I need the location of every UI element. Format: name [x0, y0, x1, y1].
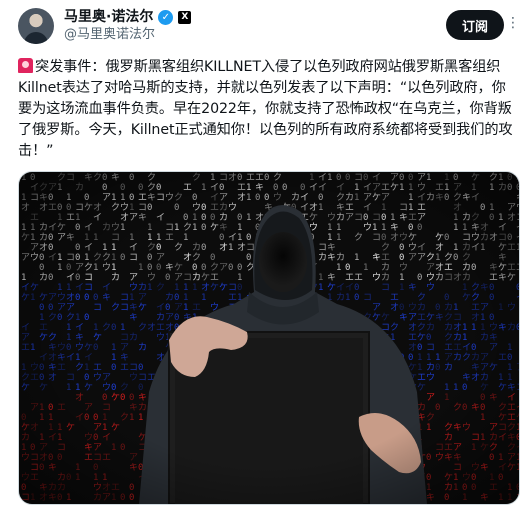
author-display-name[interactable]: 马里奥·诺法尔	[64, 9, 153, 26]
post-text-block: 突发事件：俄罗斯黑客组织KILLNET入侵了以色列政府网站俄罗斯黑客组织Kill…	[18, 57, 514, 162]
verified-badge-icon: ✓	[158, 10, 174, 25]
x-affiliate-icon[interactable]: X	[178, 11, 192, 24]
author-handle[interactable]: @马里奥诺法尔	[64, 27, 155, 43]
post-header: 马里奥·诺法尔 ✓ X @马里奥诺法尔 订阅 ⋮	[18, 8, 520, 44]
subscribe-button[interactable]: 订阅	[446, 10, 504, 40]
post-text: 突发事件：俄罗斯黑客组织KILLNET入侵了以色列政府网站俄罗斯黑客组织Kill…	[18, 59, 513, 159]
avatar[interactable]	[18, 8, 54, 44]
post-image[interactable]: 11オ1ケア1イケイアエ1クケ0ケカ1ウウ0コ0イコエ11アウケ11ウエアオ0コ…	[18, 171, 520, 505]
more-options-icon[interactable]: ⋮	[506, 16, 520, 30]
author-name-row: 马里奥·诺法尔 ✓ X	[64, 9, 192, 26]
siren-emoji-icon	[18, 58, 33, 73]
hacker-flag-image: 11オ1ケア1イケイアエ1クケ0ケカ1ウウ0コ0イコエ11アウケ11ウエアオ0コ…	[19, 172, 519, 504]
